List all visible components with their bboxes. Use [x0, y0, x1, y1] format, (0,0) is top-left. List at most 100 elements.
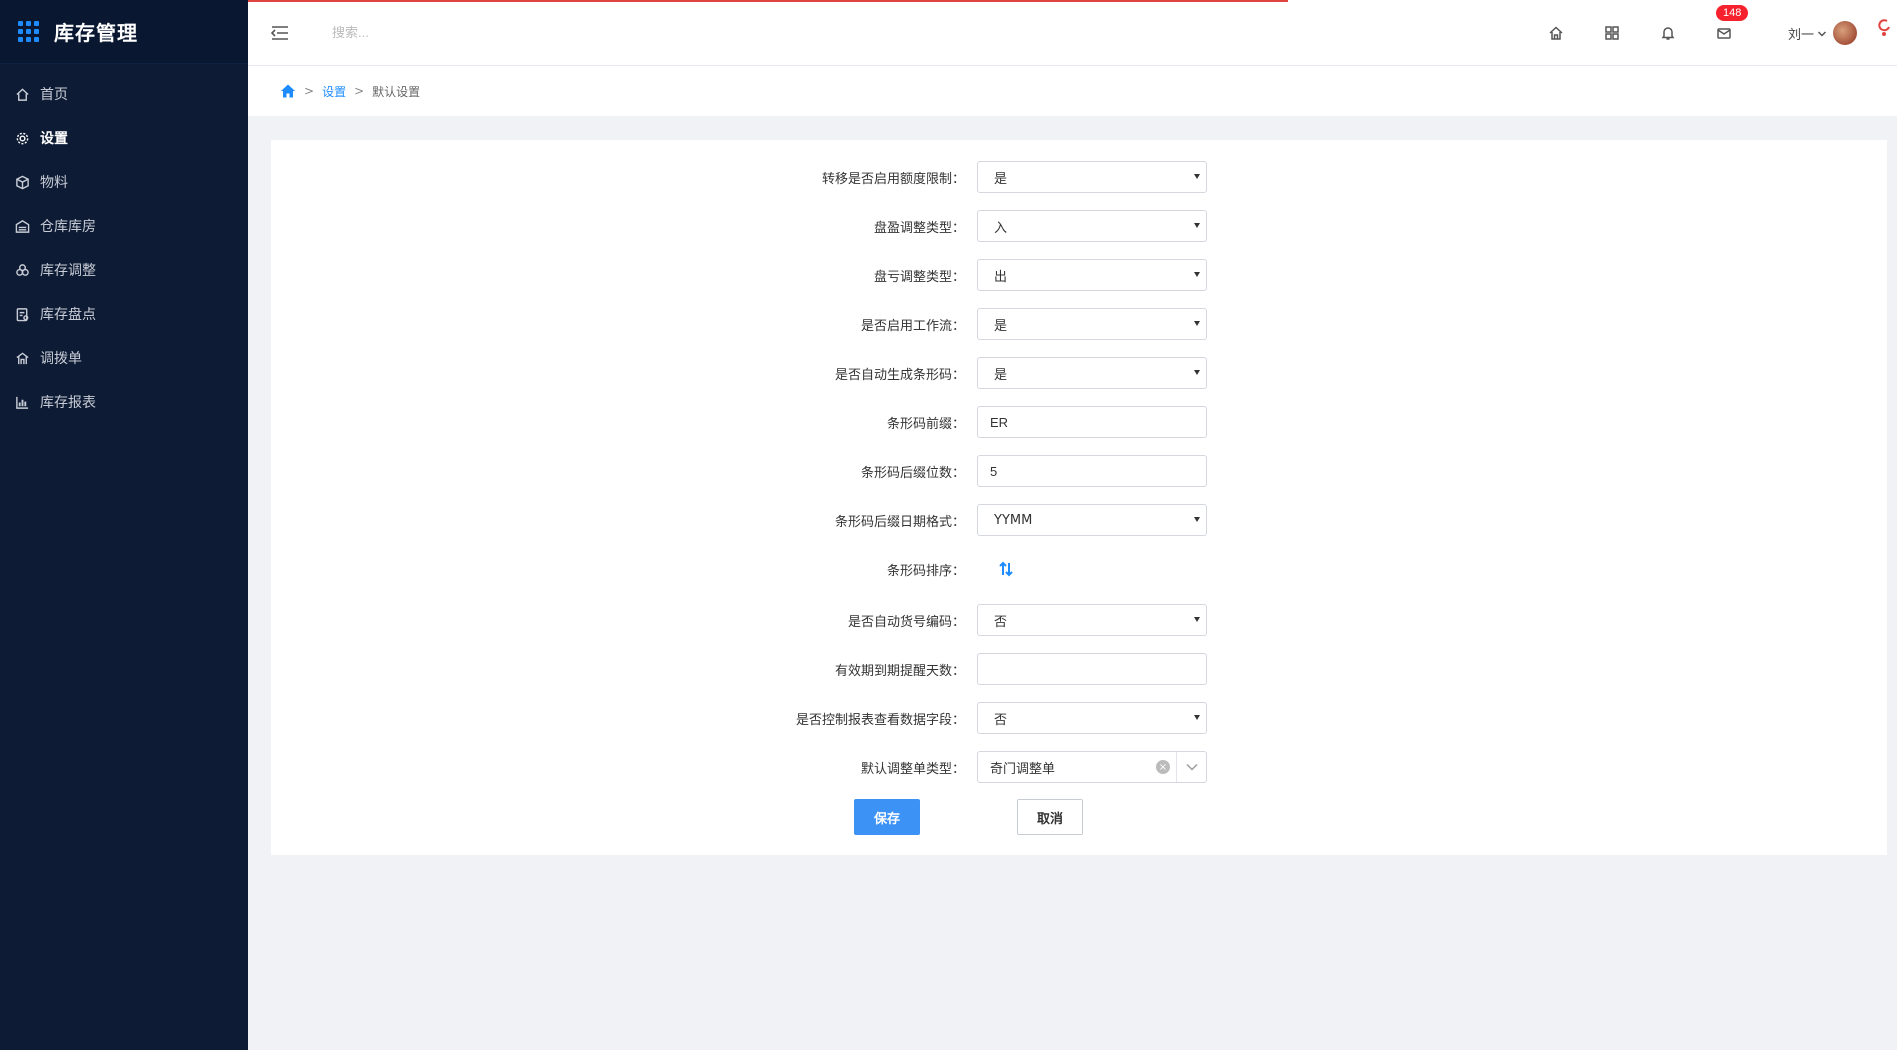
barcode-prefix-input[interactable] [977, 406, 1207, 438]
field-label: 条形码排序： [886, 563, 965, 579]
select-value: 出 [994, 269, 1008, 285]
sidebar-item-settings[interactable]: 设置 [0, 116, 248, 160]
adjust-icon [14, 262, 30, 278]
transfer-icon [14, 350, 30, 366]
avatar [1833, 21, 1857, 45]
select-value: YYMM [994, 512, 1033, 528]
select-value: 是 [994, 171, 1008, 187]
form-row-default-adjust-type: 默认调整单类型： 奇门调整单 × [271, 750, 1887, 784]
app-title: 库存管理 [54, 21, 138, 45]
sidebar-item-label: 库存盘点 [40, 307, 96, 323]
report-field-control-select[interactable]: 否 [977, 702, 1207, 734]
form-row-workflow: 是否启用工作流： 是 [271, 307, 1887, 341]
workflow-select[interactable]: 是 [977, 308, 1207, 340]
form-row-transfer-limit: 转移是否启用额度限制： 是 [271, 160, 1887, 194]
field-label: 默认调整单类型： [860, 761, 965, 777]
surplus-type-select[interactable]: 入 [977, 210, 1207, 242]
warehouse-icon [14, 218, 30, 234]
form-row-report-field-control: 是否控制报表查看数据字段： 否 [271, 701, 1887, 735]
sidebar-item-home[interactable]: 首页 [0, 72, 248, 116]
field-label: 是否控制报表查看数据字段： [795, 712, 965, 728]
gear-icon [14, 130, 30, 146]
brand[interactable]: 库存管理 [0, 0, 248, 64]
caret-down-icon [1194, 370, 1200, 375]
settings-card: 转移是否启用额度限制： 是 盘盈调整类型： 入 盘亏调整类型： 出 是否启用工作… [271, 140, 1887, 855]
caret-down-icon [1194, 321, 1200, 326]
transfer-limit-select[interactable]: 是 [977, 161, 1207, 193]
field-label: 是否启用工作流： [860, 318, 965, 334]
clipboard-icon [14, 306, 30, 322]
caret-down-icon [1194, 223, 1200, 228]
sidebar-item-materials[interactable]: 物料 [0, 160, 248, 204]
caret-down-icon [1194, 174, 1200, 179]
top-header: 148 刘一 [248, 0, 1897, 66]
home-icon [14, 86, 30, 102]
field-label: 转移是否启用额度限制： [821, 171, 965, 187]
field-label: 盘盈调整类型： [873, 220, 965, 236]
sidebar-item-label: 仓库库房 [40, 219, 96, 235]
field-label: 条形码后缀位数： [860, 465, 965, 481]
sort-toggle-icon[interactable] [997, 559, 1017, 579]
expiry-days-input[interactable] [977, 653, 1207, 685]
sidebar: 库存管理 首页 设置 物料 仓库库房 库存调整 库存盘点 调拨单 库存报表 [0, 0, 248, 1050]
select-value: 否 [994, 614, 1008, 630]
sidebar-item-label: 设置 [40, 131, 68, 147]
combobox-value: 奇门调整单 [990, 761, 1056, 777]
field-label: 盘亏调整类型： [873, 269, 965, 285]
bell-icon[interactable] [1658, 23, 1678, 43]
sidebar-item-label: 首页 [40, 87, 68, 103]
clear-icon[interactable]: × [1156, 760, 1170, 774]
save-button[interactable]: 保存 [854, 799, 920, 835]
cancel-button[interactable]: 取消 [1017, 799, 1083, 835]
message-count-badge: 148 [1715, 5, 1749, 21]
home-icon[interactable] [1546, 23, 1566, 43]
sidebar-item-label: 调拨单 [40, 351, 82, 367]
loading-spinner-icon [1877, 18, 1891, 36]
form-row-surplus-type: 盘盈调整类型： 入 [271, 209, 1887, 243]
chevron-down-icon [1817, 28, 1827, 38]
sidebar-nav: 首页 设置 物料 仓库库房 库存调整 库存盘点 调拨单 库存报表 [0, 64, 248, 424]
field-label: 有效期到期提醒天数： [834, 663, 965, 679]
barcode-date-format-select[interactable]: YYMM [977, 504, 1207, 536]
form-actions: 保存 取消 [271, 799, 1887, 835]
sidebar-item-stock-count[interactable]: 库存盘点 [0, 292, 248, 336]
field-label: 条形码前缀： [886, 416, 965, 432]
form-row-auto-barcode: 是否自动生成条形码： 是 [271, 356, 1887, 390]
caret-down-icon [1194, 517, 1200, 522]
mail-icon[interactable]: 148 [1714, 5, 1749, 43]
sidebar-item-label: 物料 [40, 175, 68, 191]
form-row-auto-item-code: 是否自动货号编码： 否 [271, 603, 1887, 637]
field-label: 条形码后缀日期格式： [834, 514, 965, 530]
bar-chart-icon [14, 394, 30, 410]
auto-barcode-select[interactable]: 是 [977, 357, 1207, 389]
home-icon[interactable] [280, 83, 296, 99]
select-value: 是 [994, 367, 1008, 383]
menu-collapse-icon[interactable] [270, 23, 290, 43]
breadcrumb: > 设置 > 默认设置 [248, 66, 1897, 116]
search-input[interactable] [332, 25, 552, 40]
sidebar-item-transfer[interactable]: 调拨单 [0, 336, 248, 380]
sidebar-item-label: 库存报表 [40, 395, 96, 411]
breadcrumb-link-settings[interactable]: 设置 [322, 83, 346, 100]
barcode-suffix-digits-input[interactable] [977, 455, 1207, 487]
form-row-barcode-date-format: 条形码后缀日期格式： YYMM [271, 503, 1887, 537]
user-menu[interactable]: 刘一 [1788, 21, 1857, 45]
loss-type-select[interactable]: 出 [977, 259, 1207, 291]
sidebar-item-warehouse[interactable]: 仓库库房 [0, 204, 248, 248]
auto-item-code-select[interactable]: 否 [977, 604, 1207, 636]
cube-icon [14, 174, 30, 190]
breadcrumb-separator: > [354, 84, 365, 98]
select-value: 否 [994, 712, 1008, 728]
breadcrumb-current: 默认设置 [372, 84, 421, 99]
apps-grid-icon [18, 20, 40, 43]
sidebar-item-stock-adjust[interactable]: 库存调整 [0, 248, 248, 292]
header-actions: 148 刘一 [1528, 0, 1897, 66]
caret-down-icon [1194, 617, 1200, 622]
caret-down-icon [1194, 715, 1200, 720]
sidebar-item-reports[interactable]: 库存报表 [0, 380, 248, 424]
apps-icon[interactable] [1602, 23, 1622, 43]
default-adjust-type-combobox[interactable]: 奇门调整单 × [977, 751, 1207, 783]
chevron-down-icon[interactable] [1176, 752, 1206, 782]
sidebar-item-label: 库存调整 [40, 263, 96, 279]
field-label: 是否自动货号编码： [847, 614, 965, 630]
